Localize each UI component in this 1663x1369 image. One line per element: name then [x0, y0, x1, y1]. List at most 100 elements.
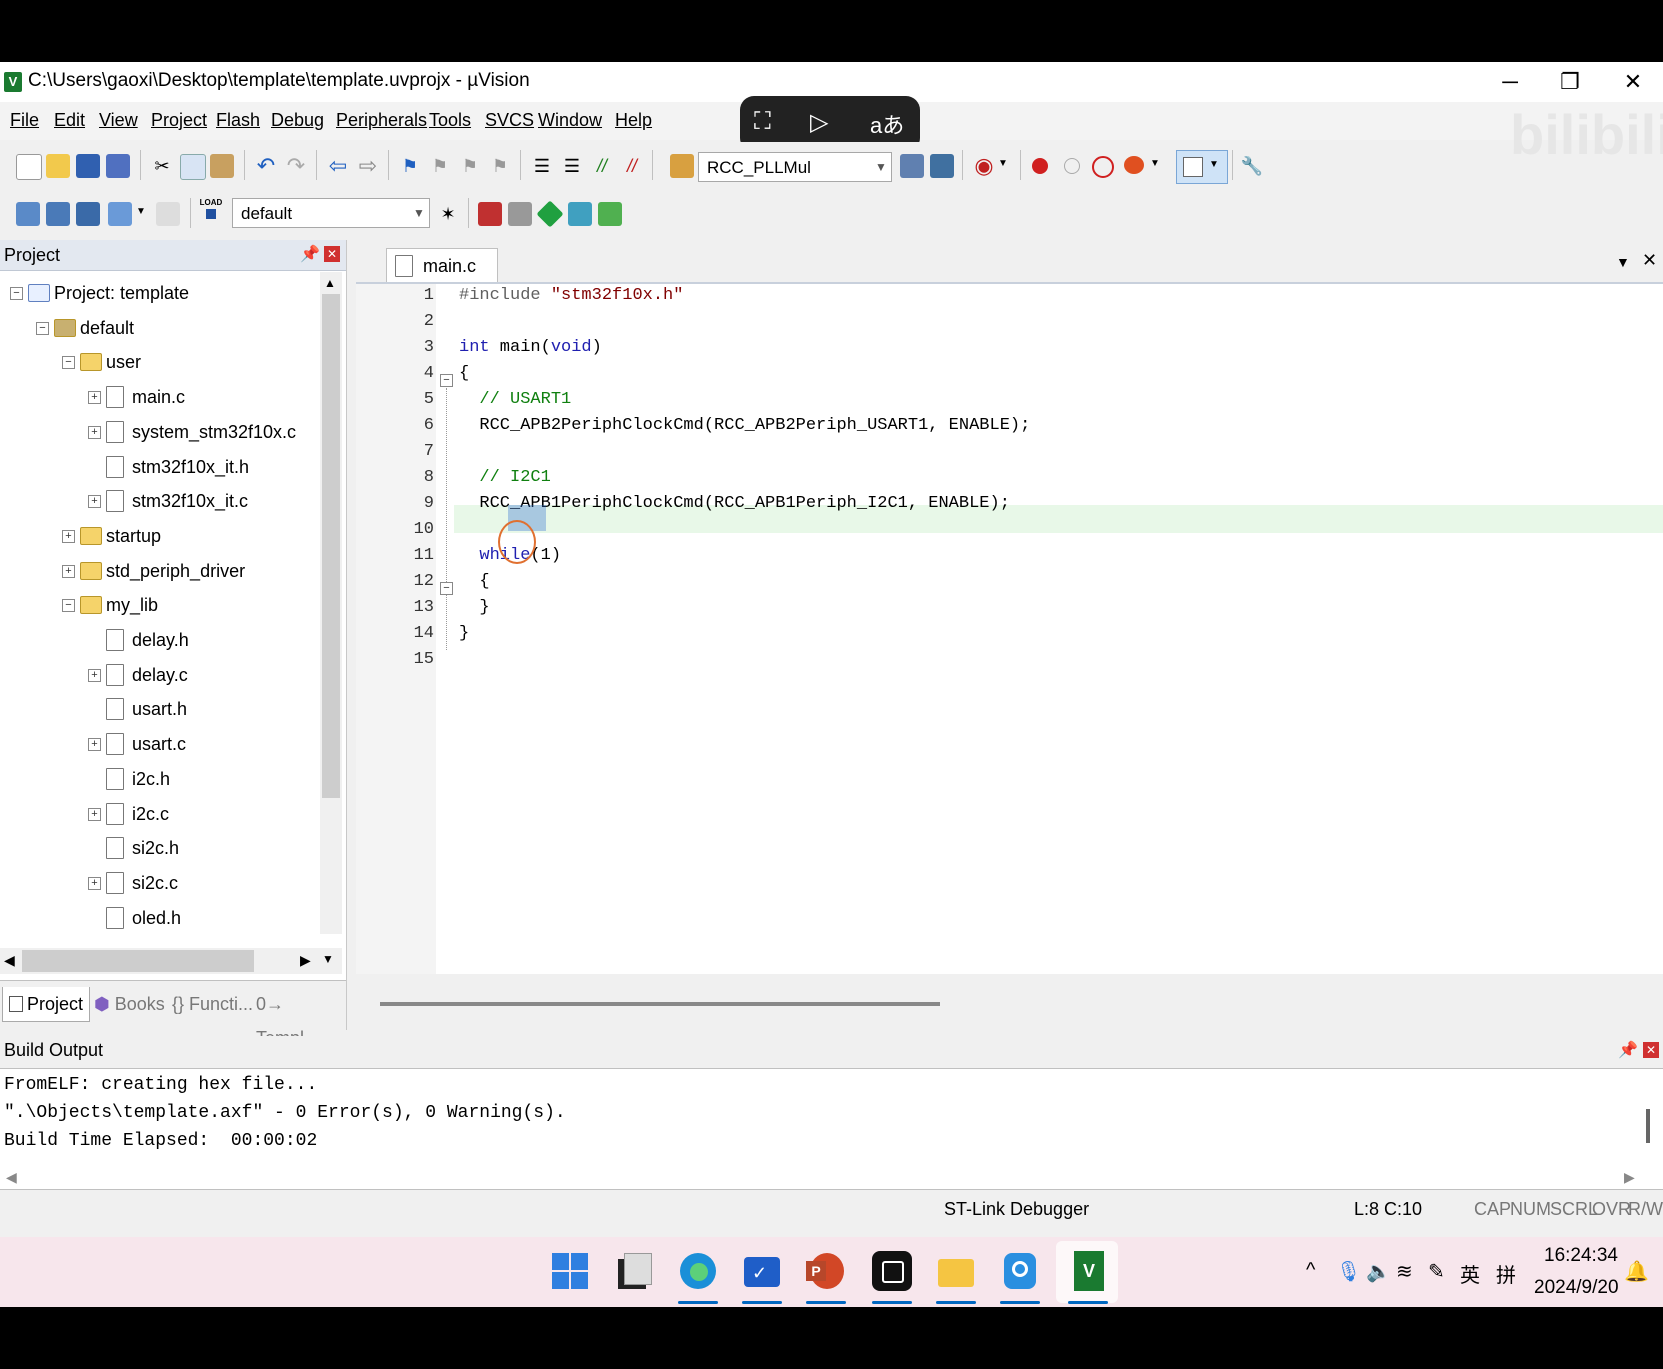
- output-vertical-scrollbar[interactable]: [1646, 1109, 1650, 1143]
- code-line[interactable]: {: [459, 572, 489, 591]
- target-options-icon[interactable]: ✶: [436, 202, 460, 226]
- collapse-icon[interactable]: −: [62, 599, 75, 613]
- tree-item[interactable]: delay.h: [0, 625, 320, 655]
- minimize-button[interactable]: ─: [1480, 62, 1540, 102]
- menu-file[interactable]: File: [10, 110, 39, 131]
- open-file-icon[interactable]: [46, 154, 70, 178]
- show-hidden-icons-icon[interactable]: ^: [1306, 1259, 1315, 1282]
- copy-icon[interactable]: [180, 154, 206, 180]
- scroll-left-icon[interactable]: ◀: [6, 1169, 17, 1186]
- indent-icon[interactable]: ☰: [530, 154, 554, 178]
- capture-icon[interactable]: [870, 1249, 914, 1293]
- tree-item[interactable]: − my_lib: [0, 590, 320, 620]
- manage-project-items-icon[interactable]: [478, 202, 502, 226]
- tab-project[interactable]: Project: [2, 987, 91, 1022]
- clock-time[interactable]: 16:24:34: [1544, 1245, 1618, 1267]
- menu-peripherals[interactable]: Peripherals: [336, 110, 427, 131]
- chevron-down-icon[interactable]: ▼: [136, 206, 146, 217]
- new-file-icon[interactable]: [16, 154, 42, 180]
- breakpoint-disable-all-icon[interactable]: [1092, 156, 1114, 178]
- todo-icon[interactable]: ✓: [740, 1249, 784, 1293]
- bookmark-next-icon[interactable]: ⚑: [458, 154, 482, 178]
- code-line[interactable]: {: [459, 364, 469, 383]
- uncomment-icon[interactable]: //: [620, 154, 644, 178]
- scroll-left-icon[interactable]: ◀: [4, 952, 15, 969]
- translate-icon[interactable]: aあ: [870, 108, 904, 140]
- window-layout-button[interactable]: ▼: [1176, 150, 1228, 184]
- tree-item[interactable]: usart.h: [0, 694, 320, 724]
- navigate-back-icon[interactable]: ⇦: [326, 154, 350, 178]
- maps-icon[interactable]: [998, 1249, 1042, 1293]
- menu-project[interactable]: Project: [151, 110, 207, 131]
- keil-icon[interactable]: V: [1066, 1249, 1110, 1293]
- debug-session-icon[interactable]: ◉: [972, 154, 996, 178]
- clock-date[interactable]: 2024/9/20: [1534, 1277, 1619, 1299]
- save-all-icon[interactable]: [106, 154, 130, 178]
- tab-functions[interactable]: {} Functi...: [166, 987, 259, 1021]
- bookmark-prev-icon[interactable]: ⚑: [428, 154, 452, 178]
- notification-bell-icon[interactable]: 🔔: [1624, 1259, 1649, 1284]
- tree-item[interactable]: + stm32f10x_it.c: [0, 486, 320, 516]
- chevron-down-icon[interactable]: ▼: [1150, 158, 1160, 169]
- expand-icon[interactable]: +: [88, 425, 101, 439]
- menu-flash[interactable]: Flash: [216, 110, 260, 131]
- code-line[interactable]: // USART1: [459, 390, 571, 409]
- navigate-forward-icon[interactable]: ⇨: [356, 154, 380, 178]
- expand-icon[interactable]: +: [88, 495, 101, 509]
- code-editor[interactable]: 1 2 3 4 5 6 7 8 9 10 11 12 13 14 15 − − #include "stm3…: [356, 282, 1663, 1006]
- tree-item[interactable]: + startup: [0, 521, 320, 551]
- find-icon[interactable]: [900, 154, 924, 178]
- menu-view[interactable]: View: [99, 110, 138, 131]
- tree-item[interactable]: + delay.c: [0, 660, 320, 690]
- collapse-icon[interactable]: −: [10, 287, 23, 300]
- edge-icon[interactable]: [676, 1249, 720, 1293]
- expand-icon[interactable]: +: [88, 807, 101, 821]
- tree-item[interactable]: + si2c.c: [0, 868, 320, 898]
- tab-list-dropdown-icon[interactable]: ▼: [1616, 254, 1630, 270]
- tab-templates[interactable]: 0→ Templ...: [250, 987, 346, 1048]
- breakpoint-insert-icon[interactable]: [1032, 158, 1048, 174]
- screen-capture-icon[interactable]: ⛶: [754, 108, 771, 136]
- pin-icon[interactable]: 📌: [300, 244, 320, 264]
- target-combo[interactable]: default ▼: [232, 198, 430, 228]
- scroll-right-icon[interactable]: ▶: [1624, 1169, 1635, 1186]
- chevron-down-icon[interactable]: ▼: [998, 158, 1008, 169]
- scroll-up-icon[interactable]: ▲: [324, 276, 336, 290]
- expand-icon[interactable]: +: [88, 668, 101, 682]
- pack-installer-icon[interactable]: [536, 200, 564, 228]
- scrollbar-thumb[interactable]: [322, 294, 340, 798]
- tree-item[interactable]: oled.h: [0, 903, 320, 932]
- tree-item[interactable]: stm32f10x_it.h: [0, 452, 320, 482]
- scrollbar-thumb[interactable]: [22, 950, 254, 972]
- bookmark-toggle-icon[interactable]: ⚑: [398, 154, 422, 178]
- expand-icon[interactable]: +: [62, 529, 75, 543]
- cut-icon[interactable]: ✂: [150, 154, 174, 178]
- code-line[interactable]: // I2C1: [459, 468, 550, 487]
- menu-edit[interactable]: Edit: [54, 110, 85, 131]
- expand-icon[interactable]: +: [62, 564, 75, 578]
- start-icon[interactable]: [548, 1249, 592, 1293]
- file-manager-icon[interactable]: [612, 1249, 656, 1293]
- tree-item[interactable]: si2c.h: [0, 833, 320, 863]
- rebuild-icon[interactable]: [76, 202, 100, 226]
- tab-books[interactable]: ⬢ Books: [88, 987, 171, 1021]
- configure-icon[interactable]: 🔧: [1240, 154, 1264, 178]
- menu-svcs[interactable]: SVCS: [485, 110, 534, 131]
- code-line[interactable]: #include "stm32f10x.h": [459, 286, 683, 305]
- batch-build-icon[interactable]: [108, 202, 132, 226]
- multi-project-icon[interactable]: [508, 202, 532, 226]
- bookmark-clear-icon[interactable]: ⚑: [488, 154, 512, 178]
- code-line[interactable]: }: [459, 598, 489, 617]
- expand-icon[interactable]: +: [88, 391, 101, 405]
- find-in-files-icon[interactable]: [670, 154, 694, 178]
- stop-build-icon[interactable]: [156, 202, 180, 226]
- expand-icon[interactable]: +: [88, 738, 101, 752]
- tab-main-c[interactable]: main.c: [386, 248, 498, 283]
- tree-horizontal-scrollbar[interactable]: ◀ ▶ ▼: [0, 948, 342, 974]
- speaker-icon[interactable]: 🔈: [1366, 1259, 1391, 1284]
- translate-file-icon[interactable]: [16, 202, 40, 226]
- editor-horizontal-scrollbar[interactable]: [380, 1002, 940, 1006]
- code-line[interactable]: }: [459, 624, 469, 643]
- ime-language-indicator[interactable]: 英: [1460, 1259, 1480, 1288]
- tree-item[interactable]: + system_stm32f10x.c: [0, 417, 320, 447]
